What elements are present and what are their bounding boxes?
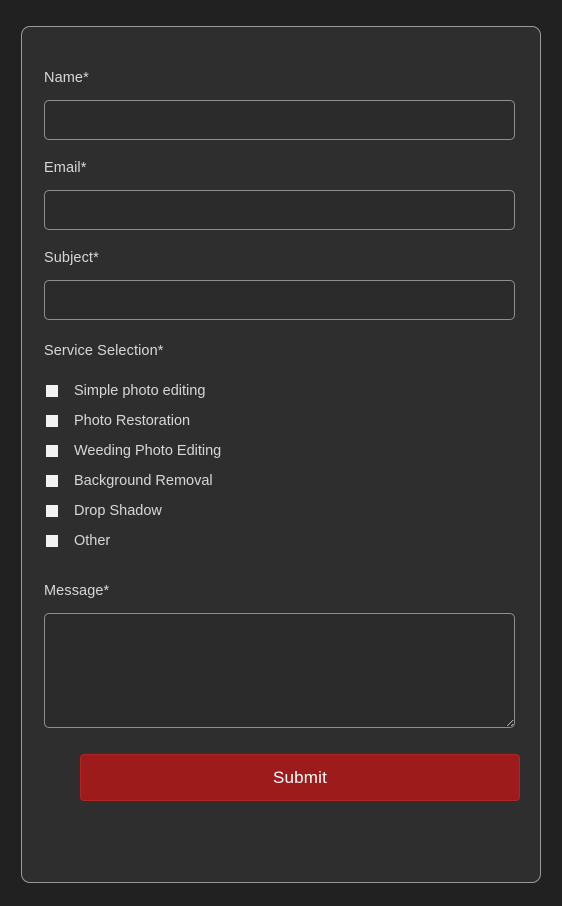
field-email: Email* — [44, 159, 515, 230]
field-subject: Subject* — [44, 249, 515, 320]
checkbox-label: Photo Restoration — [74, 413, 191, 429]
checkbox-row-background-removal[interactable]: Background Removal — [44, 466, 512, 496]
checkbox-icon[interactable] — [46, 415, 58, 427]
field-service-selection: Service Selection* Simple photo editing … — [44, 342, 512, 556]
subject-input[interactable] — [44, 280, 515, 320]
message-label: Message* — [44, 583, 110, 599]
name-input[interactable] — [44, 100, 515, 140]
checkbox-label: Weeding Photo Editing — [74, 443, 222, 459]
field-name: Name* — [44, 69, 515, 140]
submit-wrap: Submit — [44, 754, 520, 801]
checkbox-row-photo-restoration[interactable]: Photo Restoration — [44, 406, 512, 436]
checkbox-icon[interactable] — [46, 385, 58, 397]
checkbox-icon[interactable] — [46, 535, 58, 547]
subject-label: Subject* — [44, 250, 99, 266]
checkbox-icon[interactable] — [46, 505, 58, 517]
checkbox-row-drop-shadow[interactable]: Drop Shadow — [44, 496, 512, 526]
name-label: Name* — [44, 70, 89, 86]
checkbox-row-other[interactable]: Other — [44, 526, 512, 556]
checkbox-icon[interactable] — [46, 445, 58, 457]
checkbox-label: Simple photo editing — [74, 383, 206, 399]
checkbox-icon[interactable] — [46, 475, 58, 487]
checkbox-row-simple-photo-editing[interactable]: Simple photo editing — [44, 376, 512, 406]
message-textarea[interactable] — [44, 613, 515, 728]
page-root: Name* Email* Subject* Service Selection*… — [0, 0, 562, 906]
form-inner: Name* Email* Subject* Service Selection*… — [22, 27, 540, 801]
contact-form-card: Name* Email* Subject* Service Selection*… — [21, 26, 541, 883]
email-input[interactable] — [44, 190, 515, 230]
checkbox-label: Drop Shadow — [74, 503, 162, 519]
checkbox-row-weeding-photo-editing[interactable]: Weeding Photo Editing — [44, 436, 512, 466]
field-message: Message* — [44, 582, 515, 728]
checkbox-label: Other — [74, 533, 111, 549]
service-selection-label: Service Selection* — [44, 343, 164, 359]
email-label: Email* — [44, 160, 87, 176]
checkbox-label: Background Removal — [74, 473, 213, 489]
submit-button[interactable]: Submit — [80, 754, 520, 801]
